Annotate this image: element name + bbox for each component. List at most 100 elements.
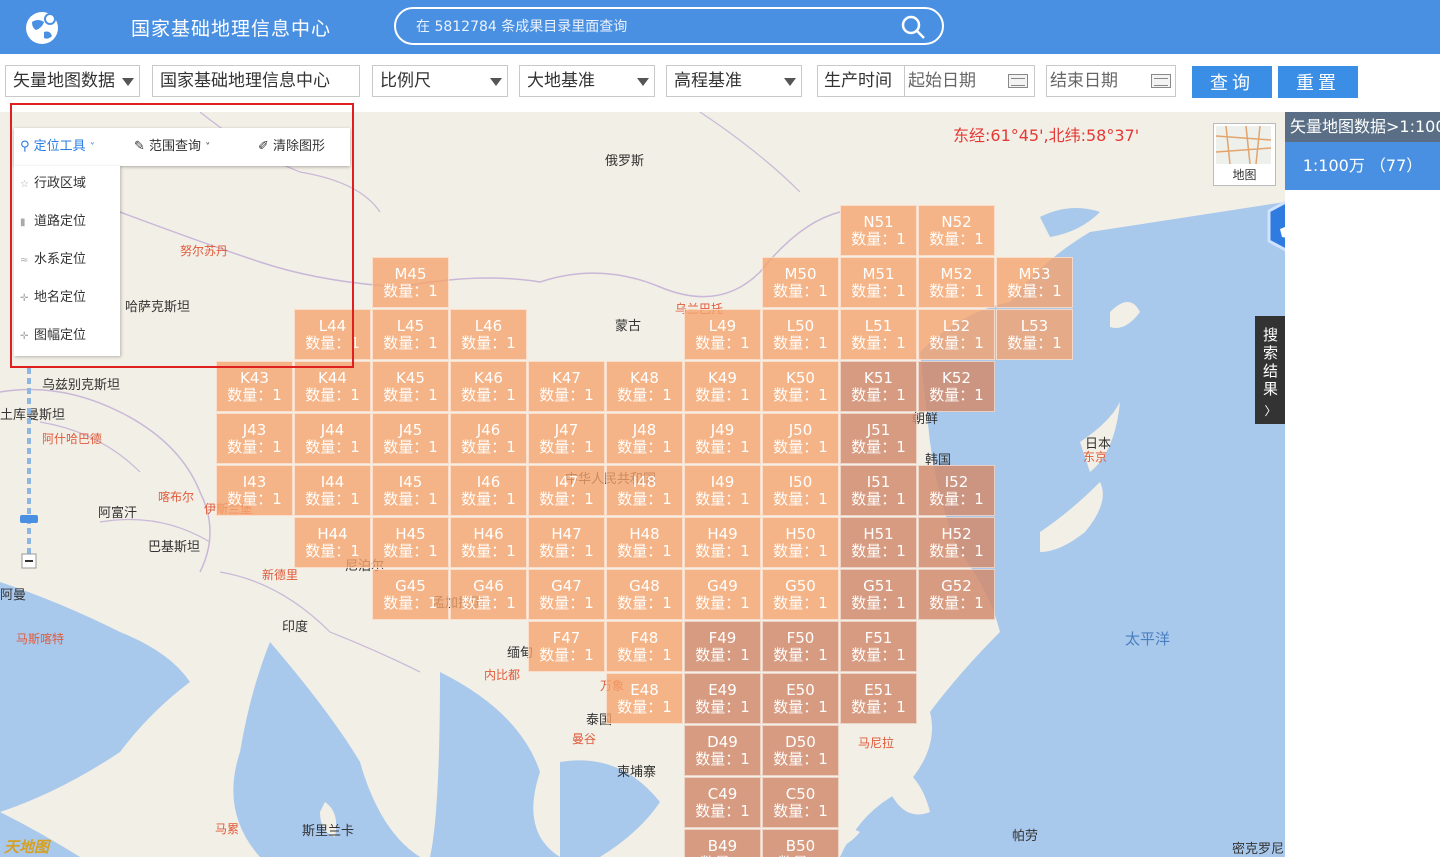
map-sheet-cell[interactable]: M50 数量：1 [762, 257, 839, 308]
map-sheet-cell[interactable]: N51 数量：1 [840, 205, 917, 256]
sheet-code: D50 [785, 733, 816, 751]
map-sheet-cell[interactable]: G52 数量：1 [918, 569, 995, 620]
map-sheet-cell[interactable]: H50 数量：1 [762, 517, 839, 568]
map-sheet-cell[interactable]: N52 数量：1 [918, 205, 995, 256]
map-sheet-cell[interactable]: K44 数量：1 [294, 361, 371, 412]
map-sheet-cell[interactable]: K49 数量：1 [684, 361, 761, 412]
map-sheet-cell[interactable]: I47 数量：1 [528, 465, 605, 516]
map-sheet-cell[interactable]: D49 数量：1 [684, 725, 761, 776]
map-sheet-cell[interactable]: K46 数量：1 [450, 361, 527, 412]
map-sheet-cell[interactable]: H47 数量：1 [528, 517, 605, 568]
map-sheet-cell[interactable]: M53 数量：1 [996, 257, 1073, 308]
sheet-code: E51 [864, 681, 893, 699]
map-sheet-cell[interactable]: D50 数量：1 [762, 725, 839, 776]
map-sheet-cell[interactable]: K52 数量：1 [918, 361, 995, 412]
sheet-count: 数量：1 [851, 334, 906, 352]
map-sheet-cell[interactable]: J50 数量：1 [762, 413, 839, 464]
map-sheet-cell[interactable]: H45 数量：1 [372, 517, 449, 568]
map-sheet-cell[interactable]: J51 数量：1 [840, 413, 917, 464]
map-sheet-cell[interactable]: I45 数量：1 [372, 465, 449, 516]
map-sheet-cell[interactable]: M52 数量：1 [918, 257, 995, 308]
map-sheet-cell[interactable]: H48 数量：1 [606, 517, 683, 568]
map-sheet-cell[interactable]: B50数量： [762, 829, 839, 857]
map-sheet-cell[interactable]: G46 数量：1 [450, 569, 527, 620]
reset-button[interactable]: 重置 [1278, 66, 1358, 98]
map-sheet-cell[interactable]: G47 数量：1 [528, 569, 605, 620]
map-sheet-cell[interactable]: G45 数量：1 [372, 569, 449, 620]
map-sheet-cell[interactable]: H46 数量：1 [450, 517, 527, 568]
search-box[interactable] [394, 7, 944, 45]
map-sheet-cell[interactable]: F48 数量：1 [606, 621, 683, 672]
zoom-slider[interactable] [20, 368, 38, 578]
map-sheet-cell[interactable]: J49 数量：1 [684, 413, 761, 464]
map-sheet-cell[interactable]: I48 数量：1 [606, 465, 683, 516]
place-label: 阿富汗 [98, 506, 138, 521]
map-sheet-cell[interactable]: J43 数量：1 [216, 413, 293, 464]
height-datum-select[interactable]: 高程基准 [666, 65, 802, 97]
map-sheet-cell[interactable]: M51 数量：1 [840, 257, 917, 308]
map-sheet-cell[interactable]: G50 数量：1 [762, 569, 839, 620]
map-sheet-cell[interactable]: K48 数量：1 [606, 361, 683, 412]
map-sheet-cell[interactable]: I44 数量：1 [294, 465, 371, 516]
map-sheet-cell[interactable]: H44 数量：1 [294, 517, 371, 568]
search-input[interactable] [414, 15, 888, 39]
search-results-tab[interactable]: 搜索结果 〉 [1255, 316, 1286, 424]
map-sheet-cell[interactable]: I49 数量：1 [684, 465, 761, 516]
map-sheet-cell[interactable]: J48 数量：1 [606, 413, 683, 464]
map-sheet-cell[interactable]: K45 数量：1 [372, 361, 449, 412]
map-sheet-cell[interactable]: I46 数量：1 [450, 465, 527, 516]
map-sheet-cell[interactable]: H52 数量：1 [918, 517, 995, 568]
map-sheet-cell[interactable]: F49 数量：1 [684, 621, 761, 672]
map-sheet-cell[interactable]: G49 数量：1 [684, 569, 761, 620]
search-icon[interactable] [900, 14, 926, 40]
calendar-icon[interactable] [1151, 74, 1171, 88]
map-sheet-cell[interactable]: E50 数量：1 [762, 673, 839, 724]
map-sheet-cell[interactable]: J46 数量：1 [450, 413, 527, 464]
map-sheet-cell[interactable]: K43 数量：1 [216, 361, 293, 412]
map-sheet-cell[interactable]: F50 数量：1 [762, 621, 839, 672]
map-sheet-cell[interactable]: I50 数量：1 [762, 465, 839, 516]
map-sheet-cell[interactable]: C49 数量：1 [684, 777, 761, 828]
map-sheet-cell[interactable]: H51 数量：1 [840, 517, 917, 568]
org-select[interactable]: 国家基础地理信息中心 [152, 65, 360, 97]
map-sheet-cell[interactable]: L49 数量：1 [684, 309, 761, 360]
map-sheet-cell[interactable]: I52 数量：1 [918, 465, 995, 516]
map-sheet-cell[interactable]: M45 数量：1 [372, 257, 449, 308]
map-sheet-cell[interactable]: E51 数量：1 [840, 673, 917, 724]
map-sheet-cell[interactable]: L53 数量：1 [996, 309, 1073, 360]
map-sheet-cell[interactable]: J45 数量：1 [372, 413, 449, 464]
map-sheet-cell[interactable]: J47 数量：1 [528, 413, 605, 464]
map-sheet-cell[interactable]: K51 数量：1 [840, 361, 917, 412]
geodetic-datum-select[interactable]: 大地基准 [519, 65, 655, 97]
map-sheet-cell[interactable]: L52 数量：1 [918, 309, 995, 360]
place-label: 马斯喀特 [16, 632, 65, 646]
map-sheet-cell[interactable]: L46 数量：1 [450, 309, 527, 360]
map-sheet-cell[interactable]: B49数量： [684, 829, 761, 857]
map-sheet-cell[interactable]: H49 数量：1 [684, 517, 761, 568]
map-sheet-cell[interactable]: L50 数量：1 [762, 309, 839, 360]
map-sheet-cell[interactable]: E48 数量：1 [606, 673, 683, 724]
query-button[interactable]: 查询 [1192, 66, 1272, 98]
map-sheet-cell[interactable]: G48 数量：1 [606, 569, 683, 620]
map-sheet-cell[interactable]: L45 数量：1 [372, 309, 449, 360]
map-sheet-cell[interactable]: I51 数量：1 [840, 465, 917, 516]
map-sheet-cell[interactable]: J44 数量：1 [294, 413, 371, 464]
map-sheet-cell[interactable]: G51 数量：1 [840, 569, 917, 620]
sheet-count: 数量：1 [773, 438, 828, 456]
scale-select[interactable]: 比例尺 [372, 65, 508, 97]
sheet-count: 数量：1 [929, 386, 984, 404]
sheet-code: I48 [632, 473, 657, 491]
map-type-switch[interactable]: 地图 [1213, 123, 1276, 186]
map-sheet-cell[interactable]: C50 数量：1 [762, 777, 839, 828]
map-sheet-cell[interactable]: I43 数量：1 [216, 465, 293, 516]
map-sheet-cell[interactable]: K47 数量：1 [528, 361, 605, 412]
map-sheet-cell[interactable]: L51 数量：1 [840, 309, 917, 360]
results-scale-row[interactable]: 1:100万 （77） [1285, 142, 1440, 190]
map-sheet-cell[interactable]: K50 数量：1 [762, 361, 839, 412]
map-sheet-cell[interactable]: F51 数量：1 [840, 621, 917, 672]
calendar-icon[interactable] [1008, 74, 1028, 88]
sheet-count: 数量：1 [383, 282, 438, 300]
map-sheet-cell[interactable]: F47 数量：1 [528, 621, 605, 672]
data-type-select[interactable]: 矢量地图数据 [5, 65, 140, 97]
map-sheet-cell[interactable]: E49 数量：1 [684, 673, 761, 724]
